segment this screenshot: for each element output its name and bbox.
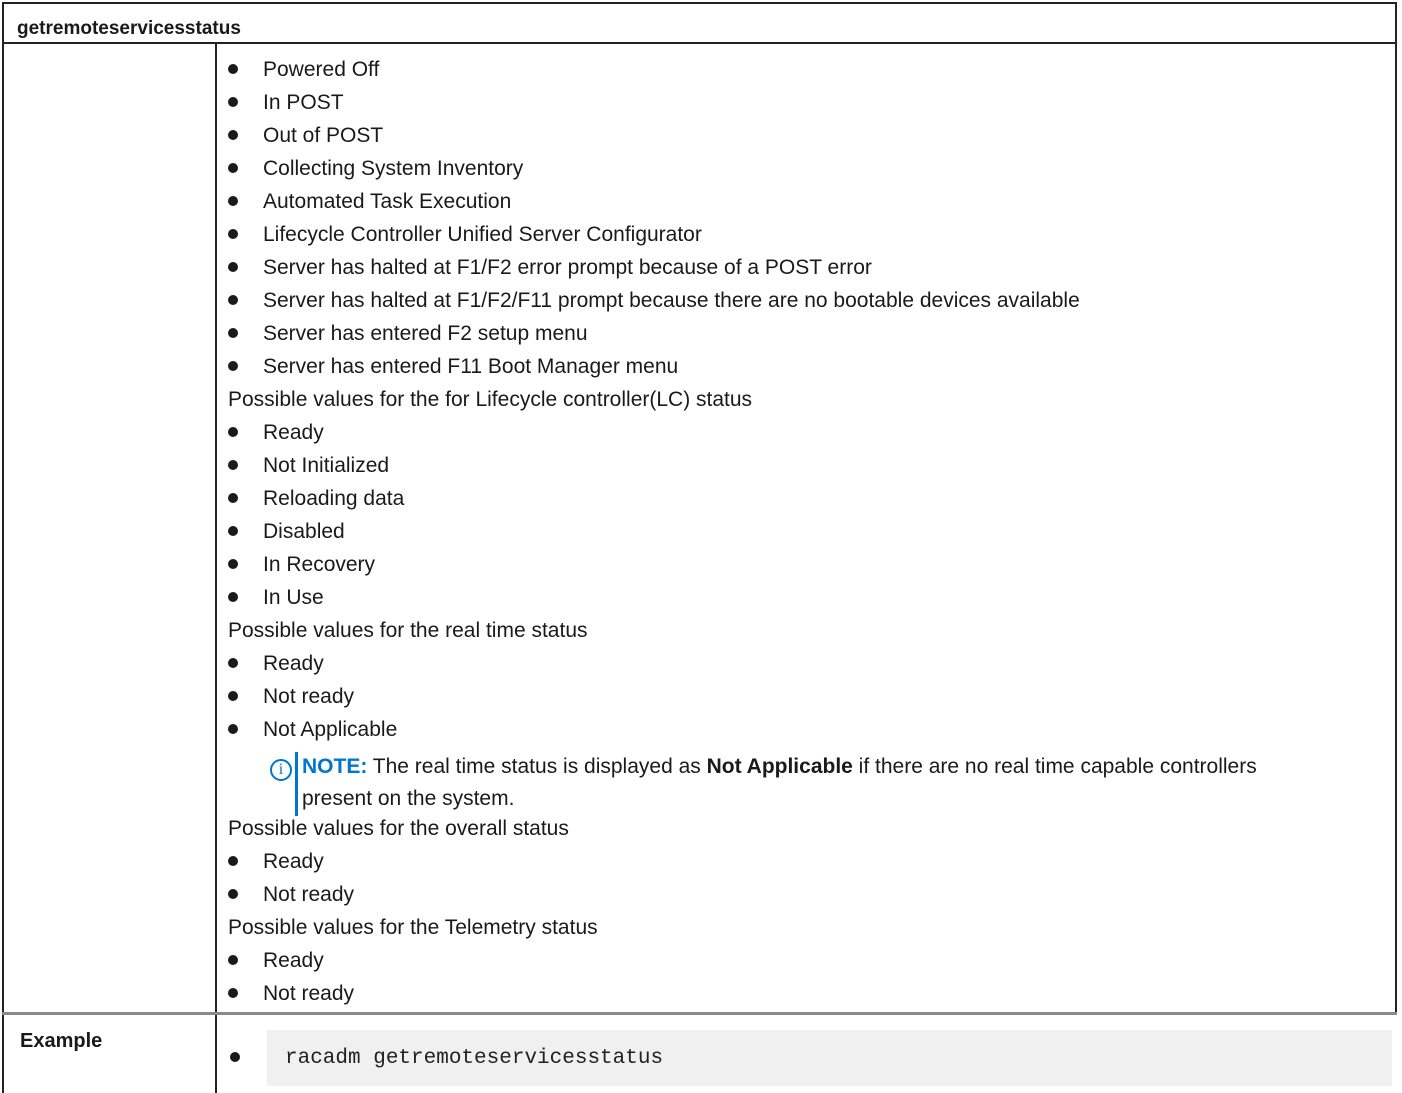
list-item: Collecting System Inventory [228,158,1378,191]
bullet-icon [228,361,238,371]
note-accent-bar [295,752,298,816]
list-item: Server has entered F11 Boot Manager menu [228,356,1378,389]
bullet-icon [228,295,238,305]
bullet-icon [228,856,238,866]
list-item: Powered Off [228,59,1378,92]
list-item: Not Applicable [228,719,1378,752]
bullet-icon [228,493,238,503]
bullet-icon [228,889,238,899]
bullet-icon [228,163,238,173]
note-label: NOTE: [302,755,368,778]
bullet-icon [228,64,238,74]
description-cell: Powered Off In POST Out of POST Collecti… [228,59,1378,1016]
example-label: Example [20,1030,103,1052]
bullet-icon [228,691,238,701]
lc-status-heading: Possible values for the for Lifecycle co… [228,388,753,411]
bullet-icon [228,724,238,734]
table-left-border [2,42,4,1093]
bullet-icon [228,955,238,965]
note-text: NOTE: The real time status is displayed … [302,755,1257,810]
list-item: In Recovery [228,554,1378,587]
note-callout: i NOTE: The real time status is displaye… [263,752,1378,818]
table-column-divider [215,42,217,1093]
table-right-border [1395,42,1397,1015]
bullet-icon [228,559,238,569]
list-item: Lifecycle Controller Unified Server Conf… [228,224,1378,257]
bullet-icon [228,427,238,437]
note-emphasis: Not Applicable [706,755,853,778]
list-item: Automated Task Execution [228,191,1378,224]
list-item: Out of POST [228,125,1378,158]
bullet-icon [228,592,238,602]
list-item: Server has entered F2 setup menu [228,323,1378,356]
list-item: Disabled [228,521,1378,554]
list-item: Ready [228,422,1378,455]
list-item: Not ready [228,884,1378,917]
table-header: getremoteservicesstatus [2,2,1397,44]
bullet-icon [228,229,238,239]
bullet-icon [228,988,238,998]
list-item: Ready [228,653,1378,686]
list-item: Server has halted at F1/F2/F11 prompt be… [228,290,1378,323]
telemetry-status-heading: Possible values for the Telemetry status [228,916,598,939]
list-item: In POST [228,92,1378,125]
bullet-icon [228,328,238,338]
list-item: Not ready [228,983,1378,1016]
list-item: Server has halted at F1/F2 error prompt … [228,257,1378,290]
list-item: Ready [228,950,1378,983]
bullet-icon [228,196,238,206]
bullet-icon [228,526,238,536]
bullet-icon [228,97,238,107]
bullet-icon [228,658,238,668]
list-item: Not ready [228,686,1378,719]
bullet-icon [228,460,238,470]
list-item: Not Initialized [228,455,1378,488]
code-example: racadm getremoteservicesstatus [267,1030,1392,1086]
realtime-status-heading: Possible values for the real time status [228,619,588,642]
bullet-icon [230,1052,240,1062]
bullet-icon [228,130,238,140]
command-name: getremoteservicesstatus [17,18,241,39]
list-item: Reloading data [228,488,1378,521]
info-circle-icon: i [270,759,292,781]
overall-status-heading: Possible values for the overall status [228,817,569,840]
list-item: In Use [228,587,1378,620]
list-item: Ready [228,851,1378,884]
bullet-icon [228,262,238,272]
